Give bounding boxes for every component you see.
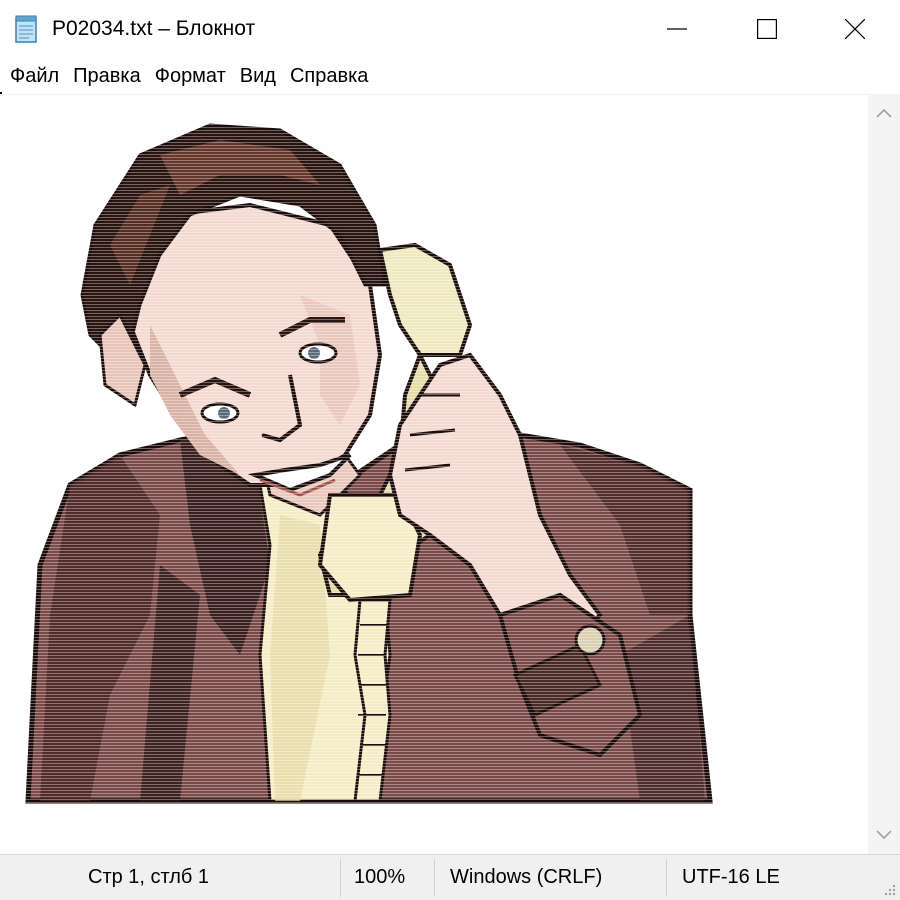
status-line-ending: Windows (CRLF): [450, 866, 603, 888]
window-title: P02034.txt – Блокнот: [52, 17, 256, 40]
minimize-icon: [667, 28, 687, 30]
minimize-button[interactable]: [632, 0, 722, 58]
menu-item-help[interactable]: Справка: [283, 59, 375, 93]
notepad-icon: [15, 15, 37, 43]
notepad-window: P02034.txt – Блокнот Файл Правка Формат …: [0, 0, 900, 900]
status-encoding: UTF-16 LE: [682, 866, 780, 888]
maximize-button[interactable]: [722, 0, 812, 58]
menu-item-view[interactable]: Вид: [233, 59, 283, 93]
close-icon: [845, 19, 865, 39]
scroll-up-button[interactable]: [868, 94, 900, 132]
title-bar[interactable]: P02034.txt – Блокнот: [0, 0, 900, 58]
menu-item-format[interactable]: Формат: [148, 59, 233, 93]
text-editor-area[interactable]: [0, 94, 868, 855]
vertical-scrollbar[interactable]: [868, 94, 900, 854]
chevron-up-icon: [876, 108, 892, 118]
menu-item-edit[interactable]: Правка: [66, 59, 148, 93]
status-cursor-position: Стр 1, стлб 1: [88, 866, 210, 888]
scroll-down-button[interactable]: [868, 816, 900, 854]
resize-grip-icon[interactable]: [882, 882, 896, 896]
status-zoom: 100%: [354, 866, 406, 888]
status-separator: [340, 859, 341, 897]
close-button[interactable]: [810, 0, 900, 58]
chevron-down-icon: [876, 830, 892, 840]
status-separator: [434, 859, 435, 897]
ascii-art-man-on-phone: [0, 95, 868, 855]
status-bar: Стр 1, стлб 1 100% Windows (CRLF) UTF-16…: [0, 854, 900, 900]
status-separator: [666, 859, 667, 897]
menu-bar: Файл Правка Формат Вид Справка: [0, 58, 900, 94]
menu-item-file[interactable]: Файл: [3, 59, 66, 93]
maximize-icon: [757, 19, 777, 39]
